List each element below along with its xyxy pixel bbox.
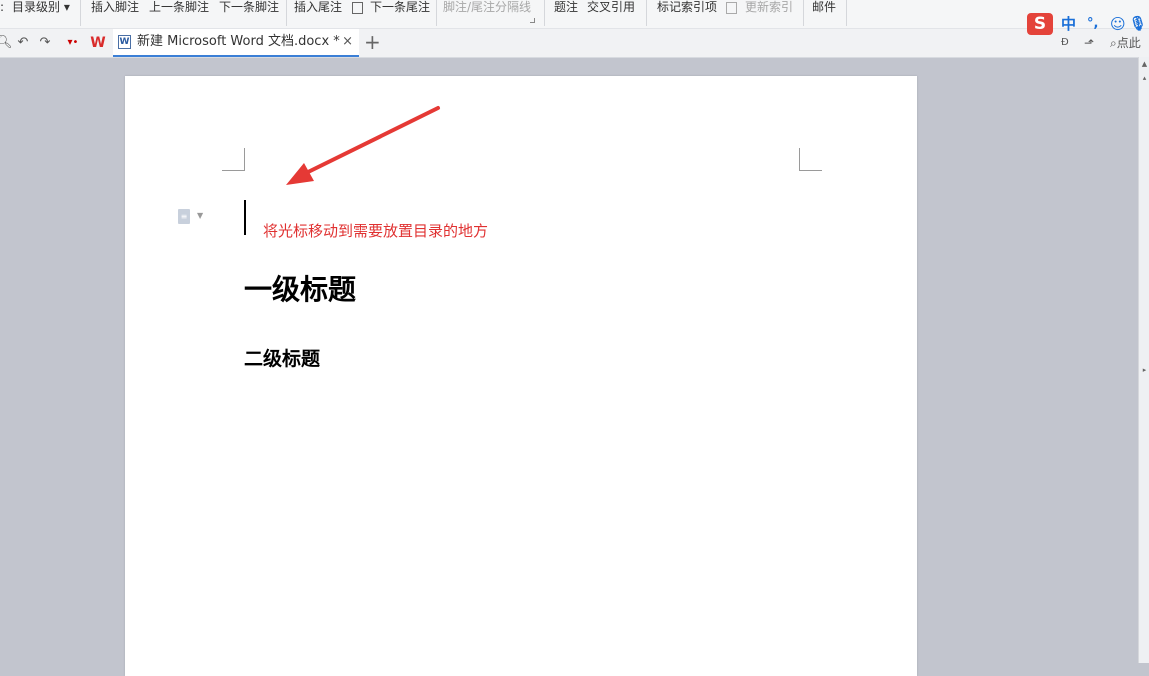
undo-icon[interactable]: ↶ <box>15 35 31 51</box>
mark-index-entry-button[interactable]: 标记索引项 <box>657 0 717 14</box>
ime-language-toggle[interactable]: 中 <box>1061 14 1076 34</box>
divider <box>286 0 287 26</box>
margin-corner-top-left <box>222 148 245 171</box>
vertical-scrollbar[interactable]: ▲ ▴ ▸ <box>1138 57 1149 663</box>
prev-footnote-button[interactable]: 上一条脚注 <box>149 0 209 14</box>
next-endnote-button[interactable]: 下一条尾注 <box>370 0 430 14</box>
scroll-up-icon[interactable]: ▲ <box>1141 61 1148 68</box>
divider <box>544 0 545 26</box>
endnote-nav-icon <box>352 2 363 14</box>
ribbon-fragment: : <box>0 0 5 14</box>
toc-level-button[interactable]: 目录级别 ▾ <box>12 0 70 14</box>
microphone-icon[interactable]: 🎙 <box>1129 14 1147 34</box>
ime-toolbar: S 中 °, ☺ 🎙 <box>1027 13 1149 35</box>
word-doc-icon: W <box>118 35 131 49</box>
emoji-icon[interactable]: ☺ <box>1110 14 1126 34</box>
wps-logo-icon[interactable]: W <box>90 35 106 51</box>
tab-title: 新建 Microsoft Word 文档.docx * <box>137 34 340 49</box>
document-page[interactable]: ≡ ▼ 将光标移动到需要放置目录的地方 一级标题 二级标题 <box>125 76 917 676</box>
cross-reference-button[interactable]: 交叉引用 <box>587 0 635 14</box>
text-cursor <box>244 200 246 235</box>
scroll-mid-icon[interactable]: ▸ <box>1141 367 1148 374</box>
heading-1[interactable]: 一级标题 <box>244 273 356 307</box>
note-separator-button[interactable]: 脚注/尾注分隔线 <box>443 0 531 14</box>
search-icon: ⌕ <box>1110 36 1117 50</box>
paragraph-handle-icon[interactable]: ≡ <box>178 209 190 224</box>
ime-logo[interactable]: S <box>1027 13 1053 35</box>
tab-document[interactable]: W 新建 Microsoft Word 文档.docx * × <box>113 29 359 57</box>
ribbon-toolbar: : 目录级别 ▾ 插入脚注 上一条脚注 下一条脚注 插入尾注 下一条尾注 脚注/… <box>0 0 1149 29</box>
dialog-launcher-icon[interactable] <box>530 18 535 23</box>
divider <box>846 0 847 26</box>
annotation-arrow-icon <box>286 106 440 185</box>
chevron-down-icon[interactable]: ▼ <box>197 211 203 220</box>
heading-2[interactable]: 二级标题 <box>244 347 320 371</box>
divider <box>803 0 804 26</box>
divider <box>646 0 647 26</box>
export-icon[interactable]: ⬏ <box>1084 36 1094 50</box>
annotation-hint: 将光标移动到需要放置目录的地方 <box>263 222 489 240</box>
caption-button[interactable]: 题注 <box>554 0 578 14</box>
update-index-icon <box>726 2 737 14</box>
search-tool[interactable]: ⌕点此 <box>1110 36 1141 50</box>
divider <box>436 0 437 26</box>
close-tab-icon[interactable]: × <box>342 34 353 50</box>
view-mode-icon[interactable]: Ð <box>1061 36 1069 50</box>
margin-corner-top-right <box>799 148 822 171</box>
divider <box>80 0 81 26</box>
print-preview-icon[interactable]: 🔍︎ <box>0 35 13 51</box>
insert-footnote-button[interactable]: 插入脚注 <box>91 0 139 14</box>
document-tab-bar: 🔍︎ ↶ ↷ ▾• W W 新建 Microsoft Word 文档.docx … <box>0 29 1149 58</box>
customize-quick-access-icon[interactable]: ▾• <box>65 35 81 51</box>
mail-button[interactable]: 邮件 <box>812 0 836 14</box>
next-footnote-button[interactable]: 下一条脚注 <box>219 0 279 14</box>
search-label: 点此 <box>1116 36 1141 50</box>
redo-icon[interactable]: ↷ <box>37 35 53 51</box>
ime-punctuation-toggle[interactable]: °, <box>1087 14 1098 34</box>
update-index-button[interactable]: 更新索引 <box>745 0 793 14</box>
scroll-handle-icon[interactable]: ▴ <box>1141 75 1148 82</box>
insert-endnote-button[interactable]: 插入尾注 <box>294 0 342 14</box>
new-tab-button[interactable]: + <box>364 32 381 52</box>
